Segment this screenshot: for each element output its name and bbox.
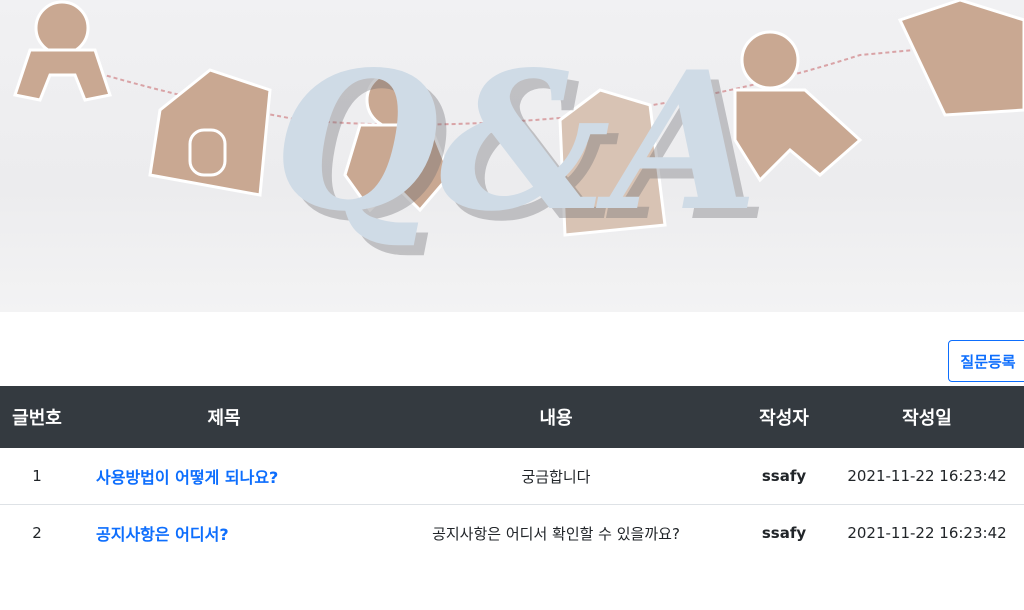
gingerbread-garland-image: Q&A Q&A — [13, 0, 1024, 263]
qna-logo: Q&A — [274, 30, 758, 253]
qna-table: 글번호 제목 내용 작성자 작성일 1 사용방법이 어떻게 되나요? 궁금합니다… — [0, 386, 1024, 561]
header-no: 글번호 — [12, 408, 62, 429]
row-title-cell: 공지사항은 어디서? — [74, 504, 374, 561]
toolbar: 질문등록 — [0, 312, 1024, 386]
row-title-cell: 사용방법이 어떻게 되나요? — [74, 448, 374, 505]
table-header: 글번호 제목 내용 작성자 작성일 — [0, 386, 1024, 448]
header-title: 제목 — [207, 408, 241, 429]
row-title-link[interactable]: 공지사항은 어디서? — [96, 525, 229, 544]
header-content: 내용 — [539, 408, 573, 429]
row-content: 궁금합니다 — [521, 467, 591, 486]
header-author: 작성자 — [759, 408, 809, 429]
table-row: 2 공지사항은 어디서? 공지사항은 어디서 확인할 수 있을까요? ssafy… — [0, 504, 1024, 561]
qna-banner: Q&A Q&A — [0, 0, 1024, 312]
row-no: 1 — [32, 467, 42, 485]
row-content: 공지사항은 어디서 확인할 수 있을까요? — [374, 504, 738, 561]
row-author: ssafy — [738, 504, 830, 561]
row-date: 2021-11-22 16:23:42 — [830, 504, 1024, 561]
register-question-button[interactable]: 질문등록 — [948, 340, 1024, 382]
row-no: 2 — [0, 504, 74, 561]
row-title-link[interactable]: 사용방법이 어떻게 되나요? — [96, 468, 278, 487]
header-date: 작성일 — [902, 408, 952, 429]
row-date: 2021-11-22 16:23:42 — [847, 467, 1007, 485]
row-author: ssafy — [761, 467, 807, 485]
table-row: 1 사용방법이 어떻게 되나요? 궁금합니다 ssafy 2021-11-22 … — [0, 448, 1024, 505]
